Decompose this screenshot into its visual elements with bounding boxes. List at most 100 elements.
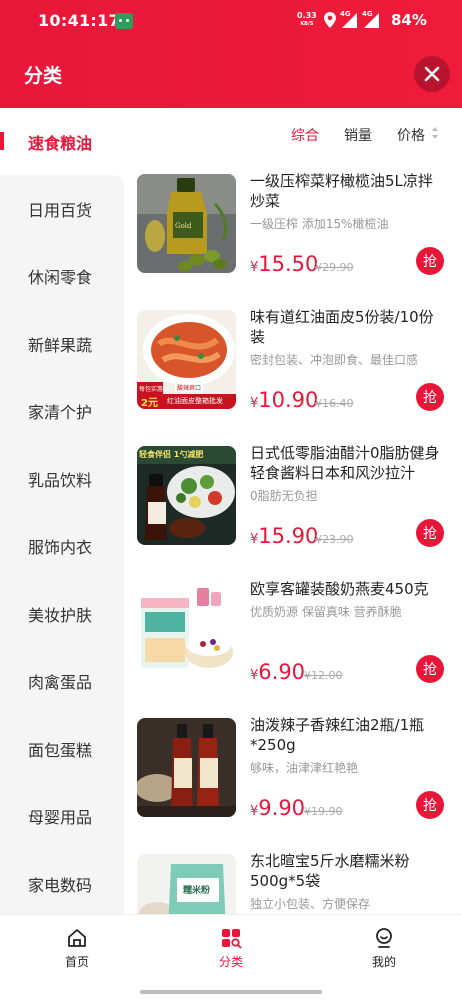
product-image[interactable] xyxy=(137,582,236,681)
sidebar-item-label: 日用百货 xyxy=(28,200,93,220)
header: 10:41:17 0.33 KB/S 4G 4G 84% 分类 xyxy=(0,0,462,108)
signal-1-icon: 4G xyxy=(340,10,358,28)
grab-button[interactable]: 抢 xyxy=(416,655,444,683)
product-image[interactable] xyxy=(137,718,236,817)
sidebar-item-label: 肉禽蛋品 xyxy=(28,673,93,693)
active-indicator xyxy=(0,132,4,150)
sidebar-item[interactable]: 母婴用品 xyxy=(0,783,124,851)
nav-home[interactable]: 首页 xyxy=(37,927,117,970)
nav-mine[interactable]: 我的 xyxy=(344,927,424,970)
image-caption-2: 红油面皮整箱批发 xyxy=(167,397,223,405)
sidebar-item[interactable]: 美妆护肤 xyxy=(0,580,124,648)
product-card[interactable]: 糯米粉 东北暄宝5斤水磨糯米粉500g*5袋 独立小包装、方便保存 xyxy=(124,838,462,914)
product-image[interactable]: Gold xyxy=(137,174,236,273)
sidebar-list: 日用百货 休闲零食 新鲜果蔬 家清个护 乳品饮料 服饰内衣 美妆护肤 肉禽蛋品 … xyxy=(0,175,124,914)
sidebar-item-label: 面包蛋糕 xyxy=(28,740,93,760)
product-title: 味有道红油面皮5份装/10份装 xyxy=(250,308,434,346)
sidebar-item[interactable]: 乳品饮料 xyxy=(0,445,124,513)
product-price: ¥15.90 xyxy=(250,524,318,548)
category-icon xyxy=(222,929,242,949)
sidebar-item[interactable]: 休闲零食 xyxy=(0,243,124,311)
image-caption: 糯米粉 xyxy=(183,886,211,896)
product-price: ¥9.90 xyxy=(250,796,305,820)
product-title: 油泼辣子香辣红油2瓶/1瓶*250g xyxy=(250,716,425,754)
location-icon xyxy=(324,12,336,28)
svg-text:Gold: Gold xyxy=(175,222,192,230)
product-list: Gold 一级压榨菜籽橄榄油5L凉拌炒菜 一级压榨 添加15%橄榄油 ¥15.5… xyxy=(124,158,462,914)
network-speed-unit: KB/S xyxy=(300,21,314,27)
product-card[interactable]: 油泼辣子香辣红油2瓶/1瓶*250g 够味，油津津红艳艳 ¥9.90 ¥19.9… xyxy=(124,702,462,838)
product-image[interactable]: 轻食伴侣 1勺减肥 xyxy=(137,446,236,545)
sidebar-item[interactable]: 家电数码 xyxy=(0,850,124,918)
product-card[interactable]: 欧享客罐装酸奶燕麦450克 优质奶源 保留真味 营养酥脆 ¥6.90 ¥12.0… xyxy=(124,566,462,702)
product-subtitle: 一级压榨 添加15%橄榄油 xyxy=(250,217,389,231)
product-title: 一级压榨菜籽橄榄油5L凉拌炒菜 xyxy=(250,172,433,210)
product-price: ¥10.90 xyxy=(250,388,318,412)
status-bar: 10:41:17 0.33 KB/S 4G 4G 84% xyxy=(0,0,462,42)
product-title: 日式低零脂油醋汁0脂肪健身轻食酱料日本和风沙拉汁 xyxy=(250,444,440,482)
category-sidebar: 速食粮油 日用百货 休闲零食 新鲜果蔬 家清个护 乳品饮料 服饰内衣 美妆护肤 … xyxy=(0,108,124,914)
nav-home-label: 首页 xyxy=(64,955,89,969)
network-speed: 0.33 KB/S xyxy=(297,12,317,28)
status-icons: 4G 4G xyxy=(324,10,380,28)
nav-category-label: 分类 xyxy=(218,955,243,969)
sidebar-item-label: 母婴用品 xyxy=(28,808,93,828)
product-card[interactable]: 每包实惠 2元 酸辣爽口 红油面皮整箱批发 味有道红油面皮5份装/10份装 密封… xyxy=(124,294,462,430)
grab-button[interactable]: 抢 xyxy=(416,247,444,275)
product-subtitle: 密封包装、冲泡即食、最佳口感 xyxy=(250,353,419,367)
signal-2-icon: 4G xyxy=(362,10,380,28)
product-image[interactable]: 糯米粉 xyxy=(137,854,236,914)
sort-bar: 综合 销量 价格 xyxy=(124,108,462,158)
product-subtitle: 够味，油津津红艳艳 xyxy=(250,761,359,775)
product-original-price: ¥23.90 xyxy=(315,533,354,546)
product-card[interactable]: Gold 一级压榨菜籽橄榄油5L凉拌炒菜 一级压榨 添加15%橄榄油 ¥15.5… xyxy=(124,158,462,294)
nav-category[interactable]: 分类 xyxy=(191,927,271,970)
sidebar-item-label: 速食粮油 xyxy=(28,133,93,153)
nav-mine-label: 我的 xyxy=(371,955,396,969)
product-subtitle: 独立小包装、方便保存 xyxy=(250,897,371,911)
network-type-1: 4G xyxy=(340,10,351,18)
sort-comprehensive[interactable]: 综合 xyxy=(291,125,319,145)
image-badge-top: 每包实惠 xyxy=(139,386,164,393)
sort-sales[interactable]: 销量 xyxy=(344,125,372,145)
sidebar-item-label: 美妆护肤 xyxy=(28,605,93,625)
page-title: 分类 xyxy=(24,65,63,87)
sidebar-item[interactable]: 新鲜果蔬 xyxy=(0,310,124,378)
price-value: 15.50 xyxy=(258,252,319,276)
profile-icon xyxy=(376,928,392,948)
product-price: ¥6.90 xyxy=(250,660,305,684)
sidebar-item-label: 服饰内衣 xyxy=(28,538,93,558)
sort-price[interactable]: 价格 xyxy=(397,125,425,145)
sidebar-item-label: 新鲜果蔬 xyxy=(28,335,93,355)
product-card[interactable]: 轻食伴侣 1勺减肥 日式低零脂油醋汁0脂肪健身轻食酱料日本和风沙拉汁 0脂肪无负… xyxy=(124,430,462,566)
sidebar-item[interactable]: 肉禽蛋品 xyxy=(0,648,124,716)
sidebar-item-active[interactable]: 速食粮油 xyxy=(0,108,124,175)
network-type-2: 4G xyxy=(362,10,373,18)
sidebar-item[interactable]: 服饰内衣 xyxy=(0,513,124,581)
product-original-price: ¥12.00 xyxy=(304,669,343,682)
price-value: 9.90 xyxy=(258,796,306,820)
sidebar-item[interactable]: 家清个护 xyxy=(0,378,124,446)
product-title: 东北暄宝5斤水磨糯米粉500g*5袋 xyxy=(250,852,410,890)
image-caption-1: 酸辣爽口 xyxy=(175,383,204,392)
product-title: 欧享客罐装酸奶燕麦450克 xyxy=(250,580,429,598)
grab-button[interactable]: 抢 xyxy=(416,383,444,411)
product-price: ¥15.50 xyxy=(250,252,318,276)
price-value: 6.90 xyxy=(258,660,306,684)
close-button[interactable] xyxy=(414,56,450,92)
product-original-price: ¥19.90 xyxy=(304,805,343,818)
grab-button[interactable]: 抢 xyxy=(416,519,444,547)
sidebar-item-label: 乳品饮料 xyxy=(28,470,93,490)
sidebar-item[interactable]: 日用百货 xyxy=(0,175,124,243)
grab-button[interactable]: 抢 xyxy=(416,791,444,819)
sidebar-item[interactable]: 面包蛋糕 xyxy=(0,715,124,783)
price-value: 10.90 xyxy=(258,388,319,412)
price-value: 15.90 xyxy=(258,524,319,548)
sort-arrows-icon[interactable] xyxy=(431,126,439,140)
image-caption: 轻食伴侣 1勺减肥 xyxy=(139,450,204,459)
network-speed-value: 0.33 xyxy=(297,11,317,20)
battery-level: 84% xyxy=(391,11,427,29)
sidebar-item-label: 休闲零食 xyxy=(28,268,93,288)
sidebar-item-label: 家清个护 xyxy=(28,403,93,423)
product-image[interactable]: 每包实惠 2元 酸辣爽口 红油面皮整箱批发 xyxy=(137,310,236,409)
